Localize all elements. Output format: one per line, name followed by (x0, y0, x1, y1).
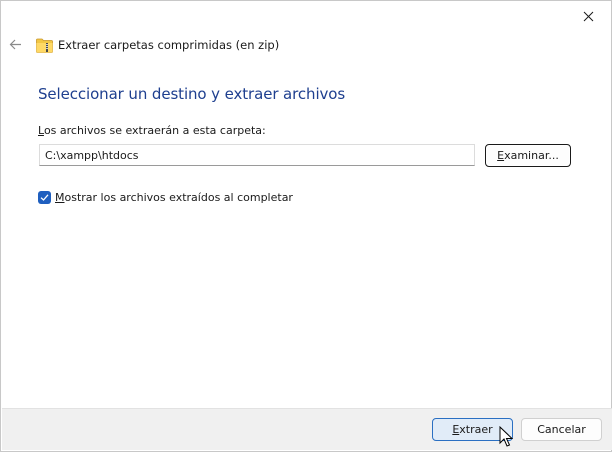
show-files-checkbox[interactable] (38, 191, 51, 204)
destination-label: Los archivos se extraerán a esta carpeta… (38, 124, 266, 137)
checkmark-icon (40, 194, 49, 201)
cancel-label: Cancelar (537, 423, 586, 436)
back-arrow-icon (9, 39, 21, 49)
close-button[interactable] (565, 1, 611, 31)
browse-button[interactable]: Examinar... (485, 144, 571, 167)
cancel-button[interactable]: Cancelar (521, 418, 602, 441)
extract-accel: E (452, 423, 460, 436)
show-files-label: Mostrar los archivos extraídos al comple… (55, 191, 293, 204)
page-heading: Seleccionar un destino y extraer archivo… (38, 85, 346, 103)
browse-label: xaminar... (504, 149, 559, 162)
close-icon (583, 11, 593, 21)
show-files-option[interactable]: Mostrar los archivos extraídos al comple… (38, 191, 293, 204)
zip-folder-icon (36, 38, 53, 53)
destination-label-text: os archivos se extraerán a esta carpeta: (43, 124, 266, 137)
window-title-bar: Extraer carpetas comprimidas (en zip) (36, 36, 279, 54)
destination-path-input[interactable] (39, 144, 475, 166)
show-files-accel: M (55, 191, 65, 204)
back-button[interactable] (5, 33, 25, 55)
window-title: Extraer carpetas comprimidas (en zip) (58, 38, 280, 52)
show-files-text: ostrar los archivos extraídos al complet… (64, 191, 293, 204)
dialog-footer: Extraer Cancelar (2, 408, 612, 450)
extract-dialog: Extraer carpetas comprimidas (en zip) Se… (0, 0, 612, 452)
extract-label: xtraer (459, 423, 493, 436)
extract-button[interactable]: Extraer (432, 418, 513, 441)
browse-accel: E (497, 149, 505, 162)
